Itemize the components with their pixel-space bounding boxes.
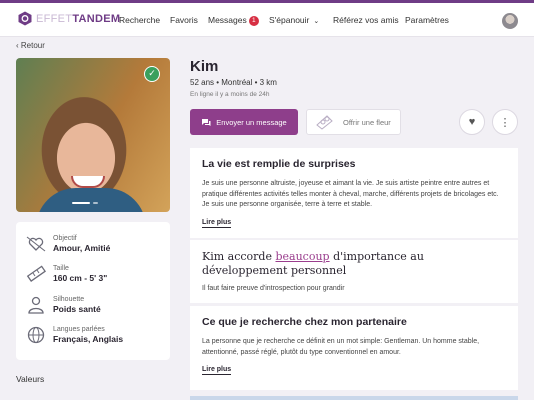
next-section-edge [190, 396, 518, 400]
section-title: Kim accorde beaucoup d'importance au dév… [202, 250, 424, 277]
section-title: Ce que je recherche chez mon partenaire [202, 316, 407, 328]
user-avatar[interactable] [502, 13, 518, 29]
nav-favoris[interactable]: Favoris [170, 15, 198, 25]
top-navigation-bar: EFFETTANDEM Recherche Favoris Messages 1 … [0, 0, 534, 37]
section-title: La vie est remplie de surprises [202, 158, 356, 170]
profile-name: Kim [190, 58, 219, 75]
logo[interactable]: EFFETTANDEM [18, 11, 120, 26]
verified-check-icon: ✓ [144, 66, 160, 82]
nav-parametres[interactable]: Paramètres [405, 15, 449, 25]
send-message-button[interactable]: Envoyer un message [190, 109, 298, 135]
profile-meta: 52 ans • Montréal • 3 km [190, 78, 277, 87]
section-partner: Ce que je recherche chez mon partenaire … [190, 306, 518, 390]
section-development: Kim accorde beaucoup d'importance au dév… [190, 240, 518, 303]
profile-info-card: Objectif Amour, Amitié Taille 160 cm - 5' … [16, 222, 170, 360]
logo-hexagon-icon [18, 11, 32, 26]
read-more-link[interactable]: Lire plus [202, 218, 232, 228]
heart-arrow-icon [26, 236, 46, 252]
ruler-icon [26, 265, 46, 282]
photo-shirt [36, 188, 146, 212]
nav-messages[interactable]: Messages 1 [208, 15, 259, 26]
favorite-button[interactable]: ♥ [459, 109, 485, 135]
chevron-down-icon: ⌄ [313, 18, 320, 25]
globe-icon [27, 326, 45, 344]
section-text: Je suis une personne altruiste, joyeuse … [202, 180, 499, 208]
messages-count-badge: 1 [248, 16, 259, 26]
info-objectif: Objectif Amour, Amitié [26, 235, 110, 253]
more-options-button[interactable]: ⋮ [492, 109, 518, 135]
heart-icon: ♥ [468, 116, 476, 128]
nav-referez-vos-amis[interactable]: Référez vos amis [333, 15, 399, 25]
section-text: Il faut faire preuve d'introspection pou… [202, 285, 345, 292]
offer-flower-label: Offrir une fleur [343, 117, 391, 127]
section-text: La personne que je recherche ce définit … [202, 338, 480, 356]
nav-recherche[interactable]: Recherche [119, 15, 160, 25]
valeurs-heading: Valeurs [16, 374, 45, 384]
info-silhouette: Silhouette Poids santé [26, 296, 101, 314]
photo-smile [71, 176, 105, 188]
flower-bouquet-icon [316, 115, 333, 130]
online-status: En ligne il y a moins de 24h [190, 91, 270, 98]
more-vertical-icon: ⋮ [499, 116, 511, 129]
section-bio: La vie est remplie de surprises Je suis … [190, 148, 518, 238]
info-taille: Taille 160 cm - 5' 3" [26, 265, 107, 283]
logo-text: EFFETTANDEM [36, 12, 121, 25]
carousel-dot-active[interactable] [72, 202, 90, 204]
profile-photo[interactable] [16, 58, 170, 212]
chat-bubble-icon [202, 118, 211, 126]
info-langues: Langues parlées Français, Anglais [26, 326, 123, 344]
read-more-link[interactable]: Lire plus [202, 365, 232, 375]
nav-s-epanouir[interactable]: S'épanouir ⌄ [269, 15, 319, 25]
offer-flower-button[interactable]: Offrir une fleur [306, 109, 401, 135]
photo-carousel-indicator[interactable] [72, 202, 98, 204]
silhouette-icon [28, 296, 44, 314]
send-message-label: Envoyer un message [216, 117, 287, 127]
back-link[interactable]: ‹ Retour [16, 41, 45, 50]
carousel-dot[interactable] [93, 202, 98, 204]
